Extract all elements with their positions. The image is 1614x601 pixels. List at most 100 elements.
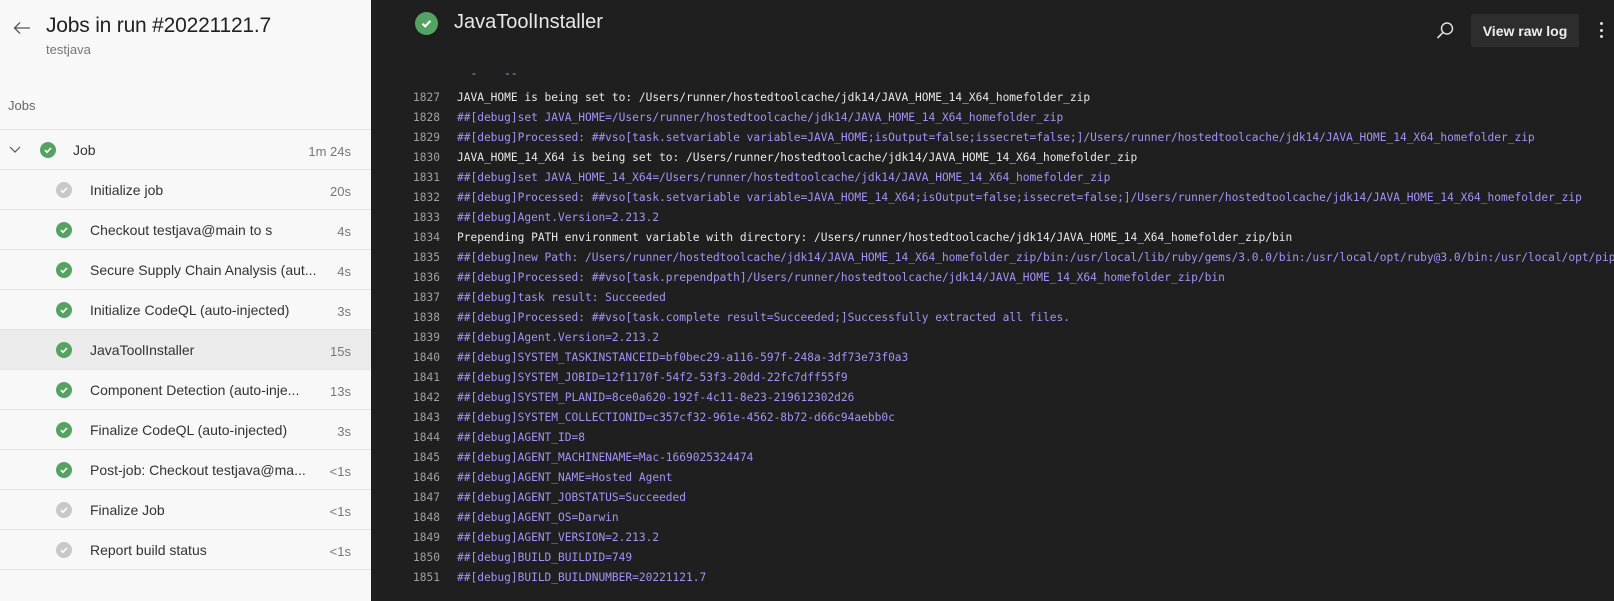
log-viewer[interactable]: - -- 1827 JAVA_HOME is being set to: /Use… — [371, 67, 1614, 588]
log-text: ##[debug]task result: Succeeded — [457, 291, 666, 304]
line-number: 1835 — [413, 251, 440, 264]
log-text: JAVA_HOME is being set to: /Users/runner… — [457, 91, 1091, 104]
log-line: 1827 JAVA_HOME is being set to: /Users/ru… — [371, 88, 1614, 108]
log-line: 1844 ##[debug]AGENT_ID=8 — [371, 428, 1614, 448]
step-duration: <1s — [329, 504, 351, 519]
log-text: ##[debug]AGENT_ID=8 — [457, 431, 585, 444]
line-number: 1849 — [413, 531, 440, 544]
check-circle-icon — [56, 342, 72, 358]
line-number: 1836 — [413, 271, 440, 284]
log-line: 1829 ##[debug]Processed: ##vso[task.setva… — [371, 128, 1614, 148]
step-name: Secure Supply Chain Analysis (aut... — [90, 262, 317, 278]
line-number: 1829 — [413, 131, 440, 144]
check-circle-icon — [56, 222, 72, 238]
jobs-sidebar: Jobs in run #20221121.7 testjava Jobs Jo… — [0, 0, 371, 601]
log-line: 1828 ##[debug]set JAVA_HOME=/Users/runner… — [371, 108, 1614, 128]
log-line: 1840 ##[debug]SYSTEM_TASKINSTANCEID=bf0be… — [371, 348, 1614, 368]
log-text: ##[debug]AGENT_MACHINENAME=Mac-166902532… — [457, 451, 754, 464]
line-number: 1851 — [413, 571, 440, 584]
line-number: 1838 — [413, 311, 440, 324]
back-button[interactable] — [10, 16, 34, 40]
step-row[interactable]: Finalize Job <1s — [0, 490, 371, 530]
check-circle-gray-icon — [56, 182, 72, 198]
log-text: ##[debug]SYSTEM_TASKINSTANCEID=bf0bec29-… — [457, 351, 909, 364]
log-text: ##[debug]set JAVA_HOME=/Users/runner/hos… — [457, 111, 1064, 124]
line-number: 1847 — [413, 491, 440, 504]
step-row[interactable]: Component Detection (auto-inje... 13s — [0, 370, 371, 410]
log-line: 1832 ##[debug]Processed: ##vso[task.setva… — [371, 188, 1614, 208]
log-line: 1848 ##[debug]AGENT_OS=Darwin — [371, 508, 1614, 528]
step-name: Post-job: Checkout testjava@ma... — [90, 462, 306, 478]
log-line: 1843 ##[debug]SYSTEM_COLLECTIONID=c357cf3… — [371, 408, 1614, 428]
log-line-partial: - -- — [457, 67, 518, 80]
log-line: 1847 ##[debug]AGENT_JOBSTATUS=Succeeded — [371, 488, 1614, 508]
step-name: Checkout testjava@main to s — [90, 222, 273, 238]
step-row[interactable]: Report build status <1s — [0, 530, 371, 570]
step-duration: 3s — [337, 424, 351, 439]
log-text: ##[debug]Processed: ##vso[task.prependpa… — [457, 271, 1225, 284]
log-line: 1837 ##[debug]task result: Succeeded — [371, 288, 1614, 308]
job-row[interactable]: Job 1m 24s — [0, 130, 371, 170]
step-row[interactable]: Secure Supply Chain Analysis (aut... 4s — [0, 250, 371, 290]
log-text: ##[debug]SYSTEM_JOBID=12f1170f-54f2-53f3… — [457, 371, 848, 384]
step-name: Finalize CodeQL (auto-injected) — [90, 422, 288, 438]
check-circle-icon — [40, 142, 56, 158]
step-name: Component Detection (auto-inje... — [90, 382, 300, 398]
more-options-button[interactable] — [1597, 20, 1605, 40]
check-circle-icon — [56, 382, 72, 398]
chevron-down-icon[interactable] — [8, 142, 22, 156]
log-text: ##[debug]Agent.Version=2.213.2 — [457, 211, 660, 224]
page-title: Jobs in run #20221121.7 — [46, 14, 272, 37]
check-circle-icon — [56, 462, 72, 478]
search-button[interactable] — [1434, 20, 1456, 42]
line-number: 1833 — [413, 211, 440, 224]
log-line: 1836 ##[debug]Processed: ##vso[task.prepe… — [371, 268, 1614, 288]
log-text: ##[debug]Processed: ##vso[task.complete … — [457, 311, 1070, 324]
view-raw-log-button[interactable]: View raw log — [1471, 14, 1579, 47]
step-duration: 15s — [330, 344, 351, 359]
line-number: 1828 — [413, 111, 440, 124]
step-duration: <1s — [329, 544, 351, 559]
log-text: ##[debug]SYSTEM_PLANID=8ce0a620-192f-4c1… — [457, 391, 855, 404]
step-name: Finalize Job — [90, 502, 165, 518]
step-duration: 13s — [330, 384, 351, 399]
step-row[interactable]: Initialize job 20s — [0, 170, 371, 210]
step-duration: 3s — [337, 304, 351, 319]
log-line: 1835 ##[debug]new Path: /Users/runner/hos… — [371, 248, 1614, 268]
log-text: ##[debug]AGENT_NAME=Hosted Agent — [457, 471, 673, 484]
step-row[interactable]: JavaToolInstaller 15s — [0, 330, 371, 370]
arrow-left-icon — [13, 22, 30, 34]
log-text: ##[debug]Agent.Version=2.213.2 — [457, 331, 660, 344]
log-line: 1833 ##[debug]Agent.Version=2.213.2 — [371, 208, 1614, 228]
step-row[interactable]: Post-job: Checkout testjava@ma... <1s — [0, 450, 371, 490]
log-line: 1851 ##[debug]BUILD_BUILDNUMBER=20221121.… — [371, 568, 1614, 588]
line-number: 1844 — [413, 431, 440, 444]
line-number: 1832 — [413, 191, 440, 204]
pipeline-name: testjava — [46, 42, 91, 57]
line-number: 1850 — [413, 551, 440, 564]
log-line: 1834 Prepending PATH environment variable… — [371, 228, 1614, 248]
line-number: 1830 — [413, 151, 440, 164]
line-number: 1843 — [413, 411, 440, 424]
check-circle-icon — [56, 422, 72, 438]
log-text: ##[debug]Processed: ##vso[task.setvariab… — [457, 131, 1535, 144]
step-duration: 20s — [330, 184, 351, 199]
step-row[interactable]: Finalize CodeQL (auto-injected) 3s — [0, 410, 371, 450]
log-text: ##[debug]set JAVA_HOME_14_X64=/Users/run… — [457, 171, 1111, 184]
check-circle-gray-icon — [56, 502, 72, 518]
step-name: Initialize job — [90, 182, 164, 198]
log-text: JAVA_HOME_14_X64 is being set to: /Users… — [457, 151, 1138, 164]
check-circle-gray-icon — [56, 542, 72, 558]
line-number: 1840 — [413, 351, 440, 364]
log-line: 1838 ##[debug]Processed: ##vso[task.compl… — [371, 308, 1614, 328]
step-row[interactable]: Initialize CodeQL (auto-injected) 3s — [0, 290, 371, 330]
log-line: 1831 ##[debug]set JAVA_HOME_14_X64=/Users… — [371, 168, 1614, 188]
step-row[interactable]: Checkout testjava@main to s 4s — [0, 210, 371, 250]
log-panel: JavaToolInstaller View raw log - -- 1827… — [371, 0, 1614, 601]
log-text: ##[debug]AGENT_OS=Darwin — [457, 511, 619, 524]
job-duration: 1m 24s — [308, 144, 351, 159]
check-circle-icon — [56, 302, 72, 318]
line-number: 1839 — [413, 331, 440, 344]
line-number: 1841 — [413, 371, 440, 384]
log-text: ##[debug]BUILD_BUILDID=749 — [457, 551, 633, 564]
